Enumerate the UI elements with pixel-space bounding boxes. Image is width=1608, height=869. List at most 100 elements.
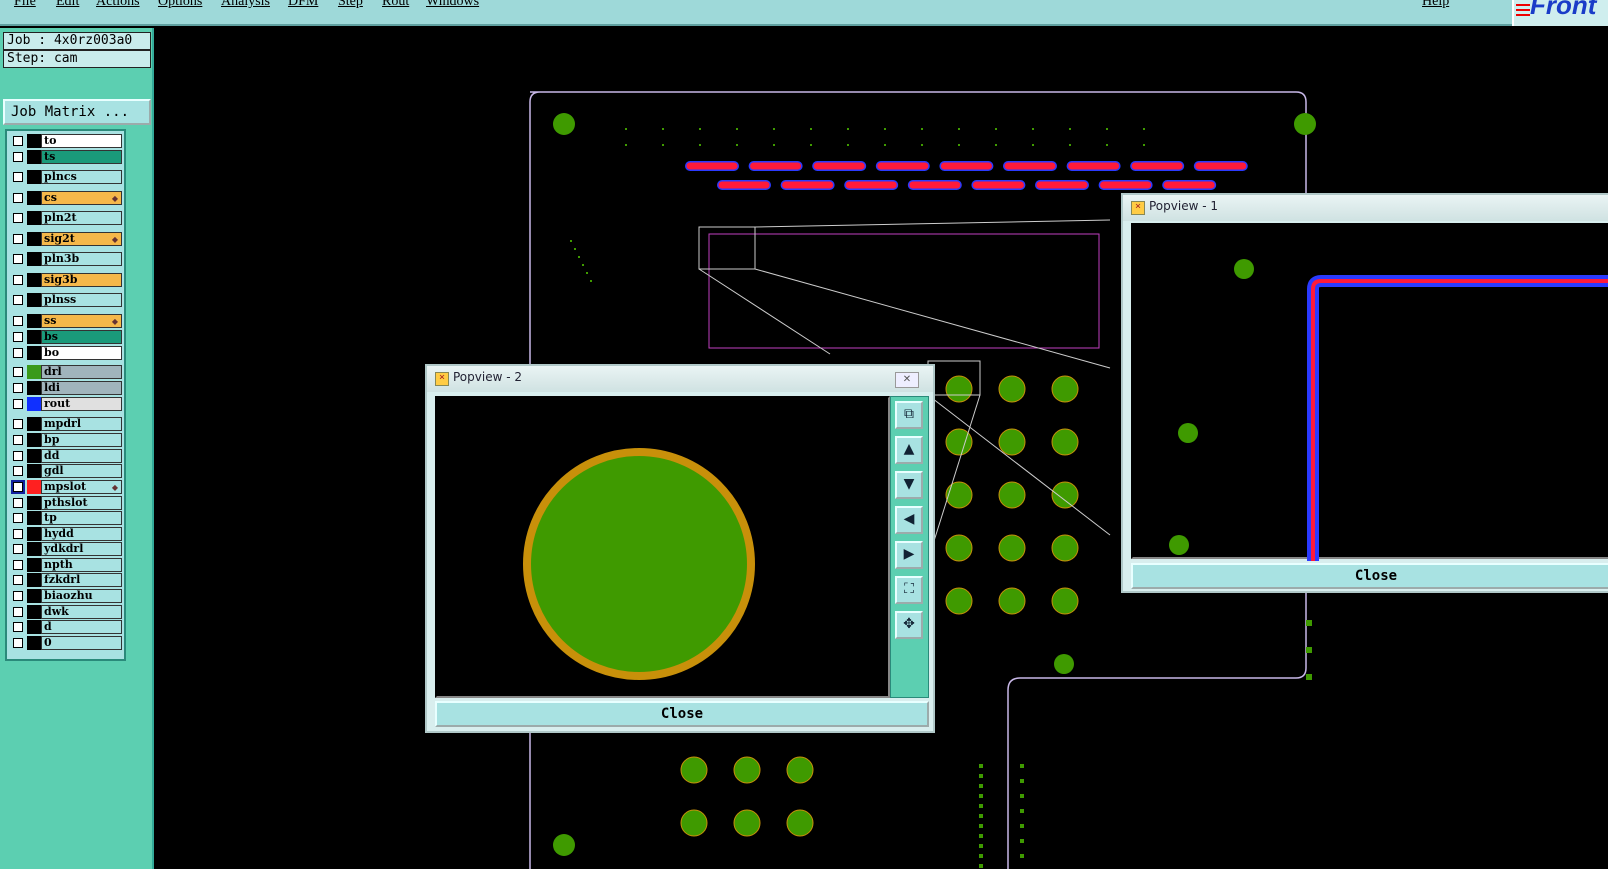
layer-color-swatch[interactable]	[27, 480, 41, 494]
menu-rout[interactable]: Rout	[382, 0, 409, 10]
layer-color-swatch[interactable]	[27, 449, 41, 463]
layer-color-swatch[interactable]	[27, 589, 41, 603]
layer-color-swatch[interactable]	[27, 511, 41, 525]
layer-color-swatch[interactable]	[27, 496, 41, 510]
layer-checkbox[interactable]	[13, 172, 23, 182]
layer-checkbox[interactable]	[13, 213, 23, 223]
layer-checkbox[interactable]	[13, 254, 23, 264]
layer-row[interactable]: dwk	[7, 605, 124, 619]
layer-checkbox[interactable]	[13, 348, 23, 358]
menu-windows[interactable]: Windows	[426, 0, 479, 10]
layer-color-swatch[interactable]	[27, 620, 41, 634]
layer-checkbox[interactable]	[13, 419, 23, 429]
layer-name[interactable]: drl	[41, 365, 122, 379]
layer-color-swatch[interactable]	[27, 464, 41, 478]
layer-row[interactable]: plnss	[7, 293, 124, 307]
layer-row[interactable]: ldi	[7, 381, 124, 395]
pan-up-icon[interactable]: ▲	[895, 436, 923, 464]
layer-row[interactable]: npth	[7, 558, 124, 572]
layer-checkbox[interactable]	[13, 399, 23, 409]
layer-row[interactable]: biaozhu	[7, 589, 124, 603]
layer-color-swatch[interactable]	[27, 232, 41, 246]
layer-checkbox[interactable]	[11, 480, 25, 494]
popview-2-titlebar[interactable]: × Popview - 2 ✕	[427, 366, 933, 392]
layer-name[interactable]: pln3b	[41, 252, 122, 266]
popview-1-titlebar[interactable]: × Popview - 1	[1123, 195, 1608, 221]
layer-name[interactable]: bs	[41, 330, 122, 344]
popview-2-view[interactable]	[435, 396, 890, 698]
menu-edit[interactable]: Edit	[56, 0, 79, 10]
layer-name[interactable]: tp	[41, 511, 122, 525]
layer-color-swatch[interactable]	[27, 170, 41, 184]
layer-checkbox[interactable]	[13, 295, 23, 305]
layer-row[interactable]: 0	[7, 636, 124, 650]
layer-row[interactable]: gdl	[7, 464, 124, 478]
layer-checkbox[interactable]	[13, 451, 23, 461]
layer-color-swatch[interactable]	[27, 381, 41, 395]
layer-checkbox[interactable]	[13, 383, 23, 393]
menu-file[interactable]: File	[14, 0, 36, 10]
layer-color-swatch[interactable]	[27, 558, 41, 572]
layer-checkbox[interactable]	[13, 513, 23, 523]
layer-color-swatch[interactable]	[27, 293, 41, 307]
layer-row[interactable]: tp	[7, 511, 124, 525]
layer-color-swatch[interactable]	[27, 636, 41, 650]
layer-color-swatch[interactable]	[27, 211, 41, 225]
layer-name[interactable]: d	[41, 620, 122, 634]
layer-checkbox[interactable]	[13, 466, 23, 476]
layer-name[interactable]: sig2t ◆	[41, 232, 122, 246]
layer-checkbox[interactable]	[13, 560, 23, 570]
layer-name[interactable]: dd	[41, 449, 122, 463]
popview-2-close-button[interactable]: Close	[435, 701, 929, 727]
layer-color-swatch[interactable]	[27, 527, 41, 541]
layer-row[interactable]: cs ◆	[7, 191, 124, 205]
layer-row[interactable]: ydkdrl	[7, 542, 124, 556]
layer-color-swatch[interactable]	[27, 150, 41, 164]
pan-right-icon[interactable]: ▶	[895, 541, 923, 569]
layer-color-swatch[interactable]	[27, 191, 41, 205]
layer-name[interactable]: rout	[41, 397, 122, 411]
layer-name[interactable]: mpdrl	[41, 417, 122, 431]
menu-dfm[interactable]: DFM	[288, 0, 318, 10]
layer-checkbox[interactable]	[13, 275, 23, 285]
zoom-home-icon[interactable]: ⧉	[895, 401, 923, 429]
layer-name[interactable]: dwk	[41, 605, 122, 619]
menu-help[interactable]: Help	[1422, 0, 1449, 10]
layer-color-swatch[interactable]	[27, 397, 41, 411]
layer-row[interactable]: pln3b	[7, 252, 124, 266]
layer-checkbox[interactable]	[13, 332, 23, 342]
popview-1-view[interactable]	[1131, 223, 1608, 561]
menu-actions[interactable]: Actions	[96, 0, 140, 10]
layer-name[interactable]: gdl	[41, 464, 122, 478]
layer-checkbox[interactable]	[13, 575, 23, 585]
layer-name[interactable]: ydkdrl	[41, 542, 122, 556]
layer-row[interactable]: plncs	[7, 170, 124, 184]
layer-checkbox[interactable]	[13, 435, 23, 445]
layer-row[interactable]: sig3b	[7, 273, 124, 287]
layer-row[interactable]: sig2t ◆	[7, 232, 124, 246]
layer-checkbox[interactable]	[13, 638, 23, 648]
layer-checkbox[interactable]	[13, 234, 23, 244]
close-icon[interactable]: ✕	[895, 372, 919, 388]
popview-1-close-button[interactable]: Close	[1131, 563, 1608, 589]
layer-checkbox[interactable]	[13, 498, 23, 508]
layer-row[interactable]: rout	[7, 397, 124, 411]
layer-checkbox[interactable]	[13, 529, 23, 539]
zoom-center-icon[interactable]: ✥	[895, 611, 923, 639]
zoom-fit-icon[interactable]: ⛶	[895, 576, 923, 604]
pan-left-icon[interactable]: ◀	[895, 506, 923, 534]
layer-name[interactable]: biaozhu	[41, 589, 122, 603]
menu-options[interactable]: Options	[158, 0, 202, 10]
layer-checkbox[interactable]	[13, 136, 23, 146]
layer-checkbox[interactable]	[13, 193, 23, 203]
layer-color-swatch[interactable]	[27, 573, 41, 587]
popview-1-window[interactable]: × Popview - 1 Close	[1121, 193, 1608, 593]
layer-name[interactable]: hydd	[41, 527, 122, 541]
layer-color-swatch[interactable]	[27, 314, 41, 328]
layer-row[interactable]: dd	[7, 449, 124, 463]
layer-checkbox[interactable]	[13, 591, 23, 601]
layer-row[interactable]: fzkdrl	[7, 573, 124, 587]
layer-color-swatch[interactable]	[27, 433, 41, 447]
layer-name[interactable]: plncs	[41, 170, 122, 184]
layer-row[interactable]: d	[7, 620, 124, 634]
